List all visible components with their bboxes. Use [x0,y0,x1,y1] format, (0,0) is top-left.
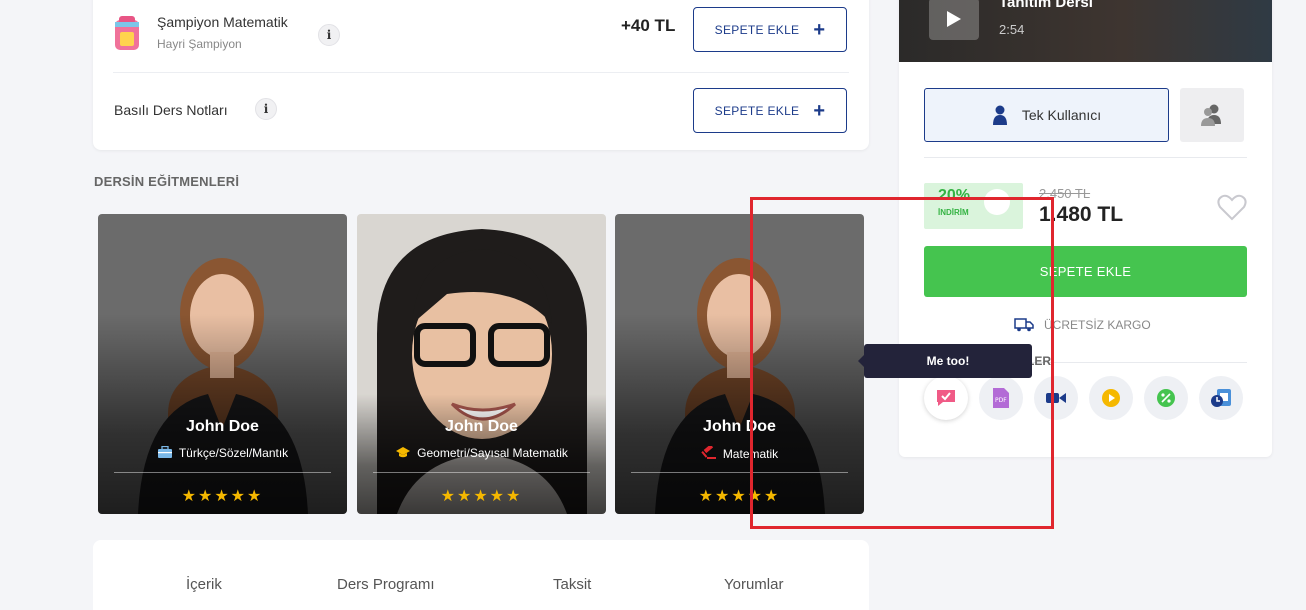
add-to-cart-option-button[interactable]: SEPETE EKLE + [693,7,847,52]
shipping-label: ÜCRETSİZ KARGO [1044,317,1151,332]
single-user-license-button[interactable]: Tek Kullanıcı [924,88,1169,142]
tooltip: Me too! [858,344,1032,378]
subject-label: Matematik [722,447,779,461]
play-button[interactable] [929,0,979,40]
purchase-sidebar: Tanıtım Dersi 2:54 Tek Kullanıcı 20% İND… [899,0,1272,457]
divider [114,472,331,473]
photo-overlay [98,314,347,514]
feature-checklist[interactable] [924,376,968,420]
feature-video[interactable] [1034,376,1078,420]
discount-badge: 20% İNDİRİM [924,183,1023,229]
new-price: 1.480 TL [1039,203,1124,226]
rating-stars: ★★★★★ [698,488,781,505]
backpack-icon [115,16,139,50]
plus-icon: + [813,18,826,41]
heart-icon[interactable] [1217,194,1247,221]
play-icon [947,11,961,27]
instructor-name: John Doe [445,418,518,435]
video-title: Tanıtım Dersi [999,0,1093,11]
video-camera-icon [1046,393,1066,403]
tab-icerik[interactable]: İçerik [186,576,222,593]
feature-play[interactable] [1089,376,1133,420]
subject-label: Geometri/Sayısal Matematik [417,446,568,460]
add-to-cart-notes-button[interactable]: SEPETE EKLE + [693,88,847,133]
license-label: Tek Kullanıcı [1021,107,1102,123]
instructor-name: John Doe [703,418,776,435]
instructor-card[interactable]: John Doe Geometri/Sayısal Matematik ★★★★… [357,214,606,514]
button-label: SEPETE EKLE [714,22,800,37]
tab-ders-programi[interactable]: Ders Programı [337,576,435,593]
instructor-name: John Doe [186,418,259,435]
feature-calendar[interactable] [1199,376,1243,420]
users-icon [1201,104,1221,126]
product-options-card: Şampiyon Matematik Hayri Şampiyon i +40 … [93,0,869,150]
rating-stars: ★★★★★ [181,488,264,505]
free-shipping: ÜCRETSİZ KARGO [1014,317,1151,332]
discount-circle [984,189,1010,215]
photo-overlay [615,314,864,514]
rating-stars: ★★★★★ [440,488,523,505]
intro-video[interactable]: Tanıtım Dersi 2:54 [899,0,1272,62]
tabs-card: İçerik Ders Programı Taksit Yorumlar [93,540,869,610]
graduation-cap-icon [396,447,411,458]
divider [1026,362,1247,363]
discount-label: İNDİRİM [938,208,969,217]
tab-taksit[interactable]: Taksit [553,576,591,593]
subject-label: Türkçe/Sözel/Mantık [178,446,289,460]
divider [373,472,590,473]
info-icon[interactable]: i [318,24,340,46]
plus-icon: + [813,99,826,122]
option-price: +40 TL [621,16,676,35]
calendar-clock-icon [1211,389,1231,407]
option-title: Şampiyon Matematik [157,14,288,30]
old-price: 2.450 TL [1039,186,1091,201]
instructor-card[interactable]: John Doe Türkçe/Sözel/Mantık ★★★★★ [98,214,347,514]
instructors-heading: DERSİN EĞİTMENLERİ [94,174,240,189]
tab-yorumlar[interactable]: Yorumlar [724,576,783,593]
checklist-icon [937,390,955,406]
svg-text:PDF: PDF [995,397,1007,404]
pdf-icon: PDF [993,388,1009,408]
instructor-subject: Geometri/Sayısal Matematik [357,446,606,460]
gavel-icon [701,446,716,459]
instructor-card[interactable]: John Doe Matematik ★★★★★ [615,214,864,514]
play-circle-icon [1102,389,1120,407]
briefcase-icon [157,446,172,458]
video-duration: 2:54 [999,22,1025,37]
feature-pdf[interactable]: PDF [979,376,1023,420]
truck-icon [1014,318,1034,332]
add-to-cart-button[interactable]: SEPETE EKLE [924,246,1247,297]
divider [631,472,848,473]
divider [113,72,849,73]
multi-user-license-button[interactable] [1180,88,1244,142]
user-icon [992,105,1007,125]
option-title: Basılı Ders Notları [114,102,228,118]
percent-icon [1157,389,1175,407]
divider [924,157,1247,158]
option-subtitle: Hayri Şampiyon [157,37,242,51]
info-icon[interactable]: i [255,98,277,120]
feature-percent[interactable] [1144,376,1188,420]
instructor-subject: Matematik [615,446,864,461]
instructor-subject: Türkçe/Sözel/Mantık [98,446,347,460]
button-label: SEPETE EKLE [714,103,800,118]
discount-percent: 20% [938,187,971,204]
